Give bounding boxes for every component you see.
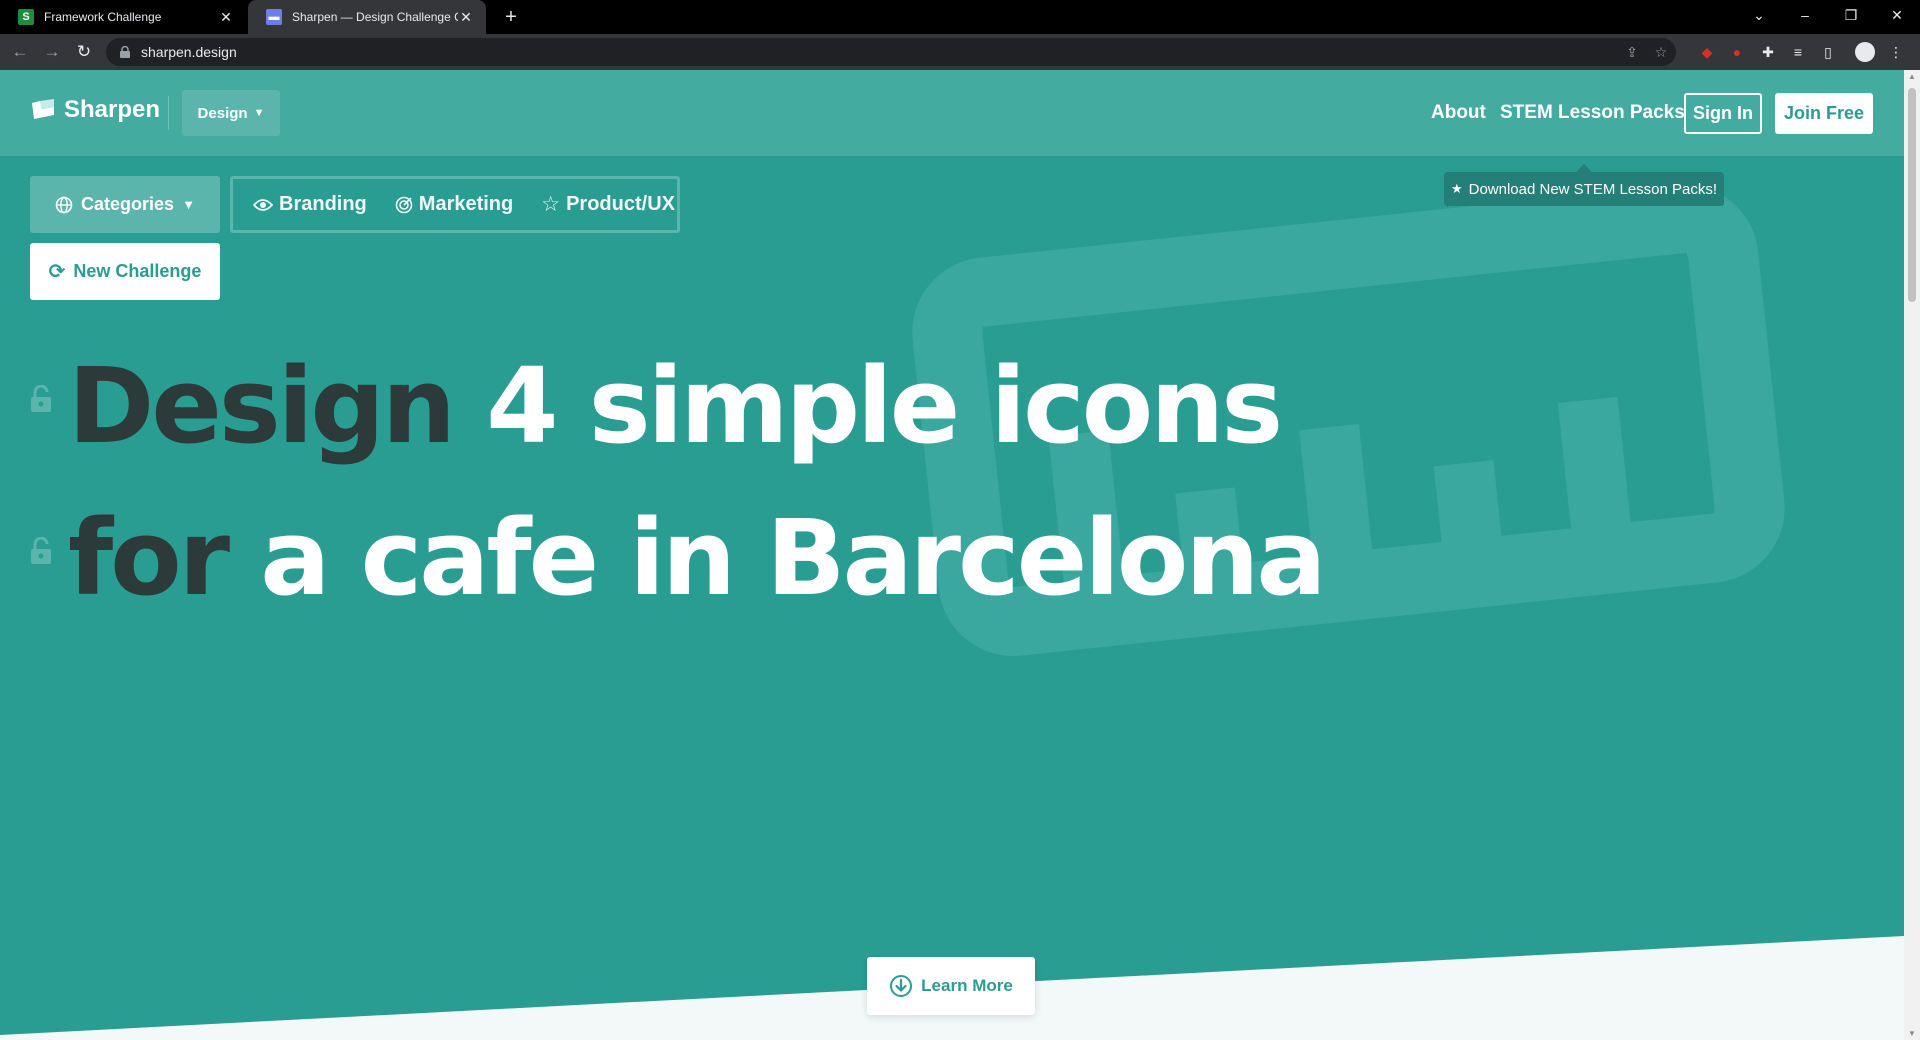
section-divider-wave	[0, 936, 1904, 1040]
tab-strip: S Framework Challenge ✕ ▬ Sharpen — Desi…	[0, 0, 1920, 34]
tab-favicon: ▬	[266, 9, 282, 25]
reload-icon[interactable]: ↻	[72, 40, 96, 64]
browser-menu-icon[interactable]: ⋮	[1886, 42, 1906, 62]
new-tab-button[interactable]: +	[498, 4, 524, 30]
address-bar[interactable]: sharpen.design ⇪ ☆	[106, 38, 1676, 66]
tab-title: Framework Challenge	[44, 10, 162, 24]
close-window-button[interactable]: ✕	[1874, 0, 1920, 34]
forward-icon[interactable]: →	[40, 40, 64, 64]
page-scrollbar[interactable]: ▲ ▼	[1904, 70, 1920, 1040]
lock-icon	[120, 46, 130, 58]
tab-search-icon[interactable]: ⌄	[1736, 0, 1782, 34]
scroll-up-arrow[interactable]: ▲	[1904, 72, 1920, 81]
tab-favicon: S	[18, 9, 34, 25]
back-icon[interactable]: ←	[8, 40, 32, 64]
side-panel-icon[interactable]: ▯	[1818, 42, 1838, 62]
arrow-down-circle-icon	[890, 975, 913, 997]
scrollbar-thumb[interactable]	[1908, 88, 1916, 302]
url-text: sharpen.design	[141, 44, 237, 60]
learn-more-label: Learn More	[921, 976, 1013, 995]
browser-tab[interactable]: S Framework Challenge ✕	[0, 0, 246, 34]
media-queue-icon[interactable]: ≡	[1788, 42, 1808, 62]
restore-button[interactable]: ❐	[1828, 0, 1874, 34]
bookmark-star-icon[interactable]: ☆	[1652, 43, 1670, 61]
page-content: Sharpen Design ▼ About STEM Lesson Packs…	[0, 70, 1904, 1040]
browser-tab-active[interactable]: ▬ Sharpen — Design Challenge Ge ✕	[248, 0, 486, 34]
ublock-extension-icon[interactable]: ◆	[1697, 42, 1717, 62]
minimize-button[interactable]: –	[1782, 0, 1828, 34]
profile-avatar[interactable]	[1855, 42, 1875, 62]
close-tab-icon[interactable]: ✕	[218, 9, 234, 26]
close-tab-icon[interactable]: ✕	[458, 9, 474, 26]
learn-more-button[interactable]: Learn More	[867, 957, 1035, 1015]
share-icon[interactable]: ⇪	[1623, 43, 1641, 61]
extensions-puzzle-icon[interactable]: ✚	[1758, 42, 1778, 62]
tab-title: Sharpen — Design Challenge Ge	[292, 10, 458, 24]
browser-toolbar: ← → ↻ sharpen.design ⇪ ☆ ◆ ● ✚ ≡ ▯ ⋮	[0, 34, 1920, 70]
scroll-down-arrow[interactable]: ▼	[1904, 1029, 1920, 1038]
adblock-extension-icon[interactable]: ●	[1727, 42, 1747, 62]
